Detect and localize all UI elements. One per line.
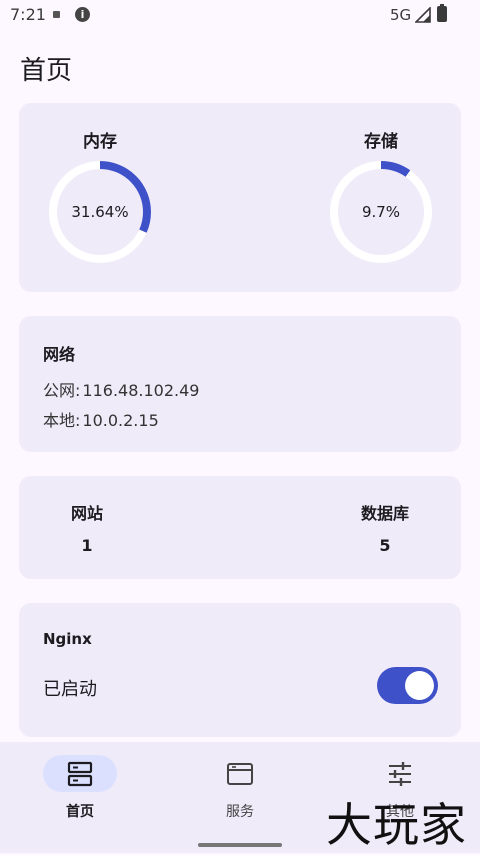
page-title: 首页 (20, 56, 73, 86)
status-time: 7:21 (10, 5, 46, 24)
toggle-knob (405, 671, 434, 700)
database-count: 5 (379, 536, 391, 555)
local-ip-value: 10.0.2.15 (82, 411, 159, 430)
nginx-card: Nginx 已启动 (19, 603, 461, 737)
nav-item-home[interactable]: 首页 (0, 742, 160, 853)
counts-card: 网站 1 数据库 5 (19, 476, 461, 579)
window-icon (227, 763, 253, 785)
nav-label-services: 服务 (226, 804, 254, 820)
watermark: 大玩家 (326, 798, 467, 852)
storage-value: 9.7% (361, 203, 401, 221)
memory-value: 31.64% (71, 203, 129, 221)
server-icon (67, 761, 93, 787)
public-ip-value: 116.48.102.49 (82, 381, 200, 400)
public-ip-row: 公网: 116.48.102.49 (43, 377, 199, 401)
nav-label-home: 首页 (66, 804, 94, 820)
home-indicator[interactable] (198, 843, 282, 847)
local-ip-row: 本地: 10.0.2.15 (43, 407, 159, 431)
nav-item-services[interactable]: 服务 (160, 742, 320, 853)
memory-label: 内存 (83, 132, 117, 152)
local-ip-label: 本地: (43, 411, 81, 430)
notification-icon (53, 11, 60, 18)
storage-label: 存储 (364, 132, 398, 152)
network-title: 网络 (43, 345, 76, 364)
sliders-icon (389, 762, 411, 786)
database-label: 数据库 (360, 504, 409, 523)
status-bar: 7:21 i 5G (0, 0, 480, 30)
website-count: 1 (81, 536, 93, 555)
public-ip-label: 公网: (43, 381, 81, 400)
info-icon: i (75, 7, 90, 22)
network-type: 5G (390, 6, 412, 24)
signal-icon (415, 7, 431, 23)
battery-icon (437, 4, 447, 22)
nginx-title: Nginx (43, 630, 92, 648)
resource-card: 内存 31.64% 存储 9.7% (19, 103, 461, 292)
network-card: 网络 公网: 116.48.102.49 本地: 10.0.2.15 (19, 316, 461, 452)
nginx-status: 已启动 (43, 679, 97, 700)
website-label: 网站 (70, 504, 103, 523)
nginx-toggle[interactable] (377, 667, 438, 704)
